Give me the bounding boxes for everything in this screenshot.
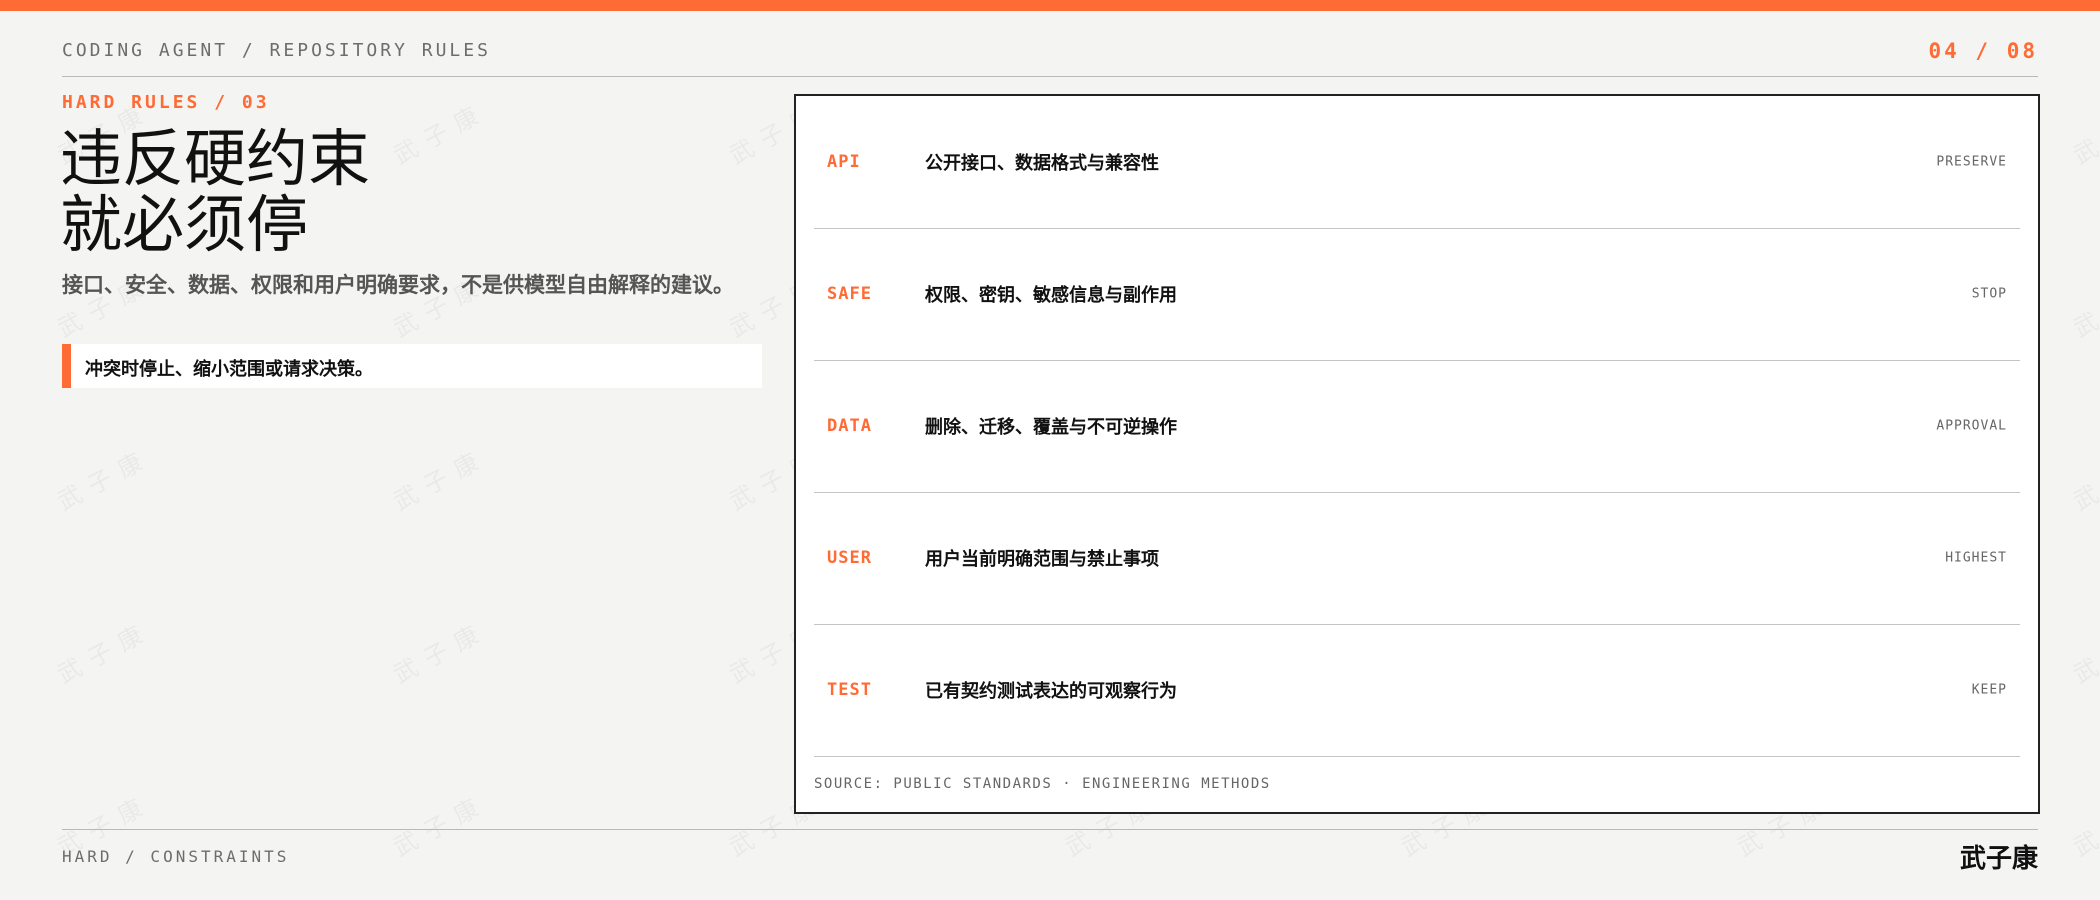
callout-text: 冲突时停止、缩小范围或请求决策。 [85, 359, 373, 380]
source-note: SOURCE: PUBLIC STANDARDS · ENGINEERING M… [814, 776, 1271, 792]
watermark-text: 武子康 [2066, 438, 2100, 517]
watermark-text: 武子康 [50, 438, 156, 517]
title-line-2: 就必须停 [60, 188, 309, 261]
watermark-text: 武子康 [2066, 611, 2100, 690]
section-eyebrow: HARD RULES / 03 [62, 92, 270, 113]
rule-code: SAFE [827, 284, 872, 304]
brand-logo: 武子康 [1959, 844, 2038, 874]
rule-code: TEST [827, 680, 872, 700]
rule-description: 权限、密钥、敏感信息与副作用 [925, 285, 1177, 306]
callout-box: 冲突时停止、缩小范围或请求决策。 [62, 344, 762, 388]
watermark-text: 武子康 [386, 438, 492, 517]
page-indicator: 04 / 08 [1928, 39, 2038, 63]
breadcrumb: CODING AGENT / REPOSITORY RULES [62, 40, 491, 61]
watermark-text: 武子康 [386, 92, 492, 171]
rule-code: USER [827, 548, 872, 568]
subtitle: 接口、安全、数据、权限和用户明确要求，不是供模型自由解释的建议。 [62, 273, 734, 297]
top-accent-bar [0, 0, 2100, 11]
rule-code: DATA [827, 416, 872, 436]
rule-row-api: API 公开接口、数据格式与兼容性 PRESERVE [814, 96, 2020, 229]
rule-tag: STOP [1971, 286, 2007, 302]
rule-tag: APPROVAL [1936, 418, 2007, 434]
watermark-text: 武子康 [50, 611, 156, 690]
rule-description: 删除、迁移、覆盖与不可逆操作 [925, 417, 1177, 438]
rule-row-safe: SAFE 权限、密钥、敏感信息与副作用 STOP [814, 228, 2020, 361]
title-line-1: 违反硬约束 [60, 122, 371, 195]
watermark-text: 武子康 [2066, 784, 2100, 863]
rule-description: 公开接口、数据格式与兼容性 [925, 153, 1159, 174]
rule-tag: KEEP [1971, 682, 2007, 698]
watermark-text: 武子康 [386, 611, 492, 690]
footer-divider [62, 829, 2038, 830]
callout-accent-bar [62, 344, 71, 388]
watermark-text: 武子康 [386, 784, 492, 863]
rule-tag: PRESERVE [1936, 154, 2007, 170]
rule-tag: HIGHEST [1945, 550, 2007, 566]
header-divider [62, 76, 2038, 77]
rule-row-user: USER 用户当前明确范围与禁止事项 HIGHEST [814, 492, 2020, 625]
watermark-text: 武子康 [2066, 92, 2100, 171]
rule-description: 用户当前明确范围与禁止事项 [925, 549, 1159, 570]
page-title: 违反硬约束 就必须停 [60, 126, 370, 258]
rule-row-test: TEST 已有契约测试表达的可观察行为 KEEP [814, 624, 2020, 757]
footer-label: HARD / CONSTRAINTS [62, 847, 290, 866]
watermark-text: 武子康 [2066, 265, 2100, 344]
rule-code: API [827, 152, 861, 172]
rule-description: 已有契约测试表达的可观察行为 [925, 681, 1177, 702]
rule-row-data: DATA 删除、迁移、覆盖与不可逆操作 APPROVAL [814, 360, 2020, 493]
rules-panel: API 公开接口、数据格式与兼容性 PRESERVE SAFE 权限、密钥、敏感… [794, 94, 2040, 814]
